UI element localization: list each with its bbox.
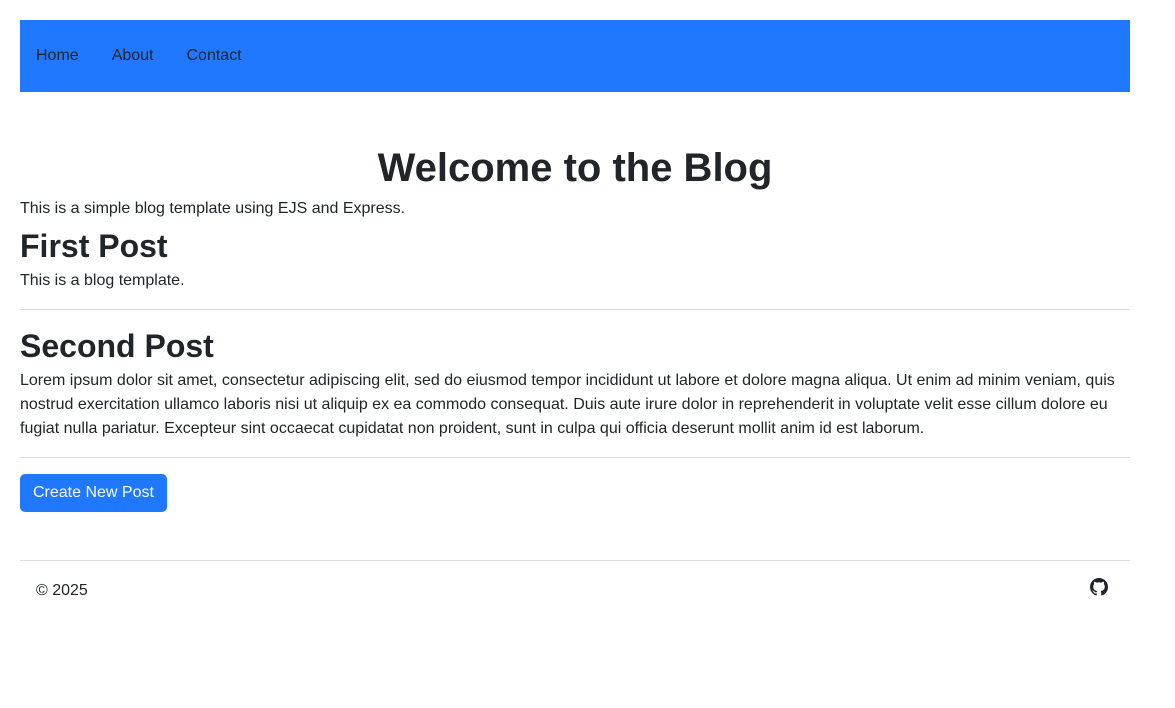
footer: © 2025 bbox=[20, 559, 1130, 620]
post-second: Second Post Lorem ipsum dolor sit amet, … bbox=[20, 328, 1130, 458]
post-title: First Post bbox=[20, 228, 168, 264]
nav-link-about[interactable]: About bbox=[112, 48, 154, 64]
create-new-post-button[interactable]: Create New Post bbox=[20, 473, 167, 512]
post-body: This is a blog template. bbox=[20, 271, 185, 289]
nav-link-contact[interactable]: Contact bbox=[187, 48, 242, 64]
post-title: Second Post bbox=[20, 327, 214, 364]
nav-link-home[interactable]: Home bbox=[36, 48, 79, 64]
post-first: First Post This is a blog template. bbox=[20, 228, 1130, 310]
github-icon[interactable] bbox=[1090, 578, 1108, 596]
copyright-text: © 2025 bbox=[36, 581, 88, 599]
post-divider bbox=[20, 456, 1130, 458]
page: Home About Contact Welcome to the Blog T… bbox=[0, 0, 1175, 708]
intro-text: This is a simple blog template using EJS… bbox=[20, 200, 406, 217]
main-content: Welcome to the Blog This is a simple blo… bbox=[20, 146, 1130, 512]
post-divider bbox=[20, 308, 1130, 310]
navbar: Home About Contact bbox=[20, 20, 1130, 92]
post-body: Lorem ipsum dolor sit amet, consectetur … bbox=[20, 371, 1115, 437]
page-title: Welcome to the Blog bbox=[377, 146, 773, 190]
